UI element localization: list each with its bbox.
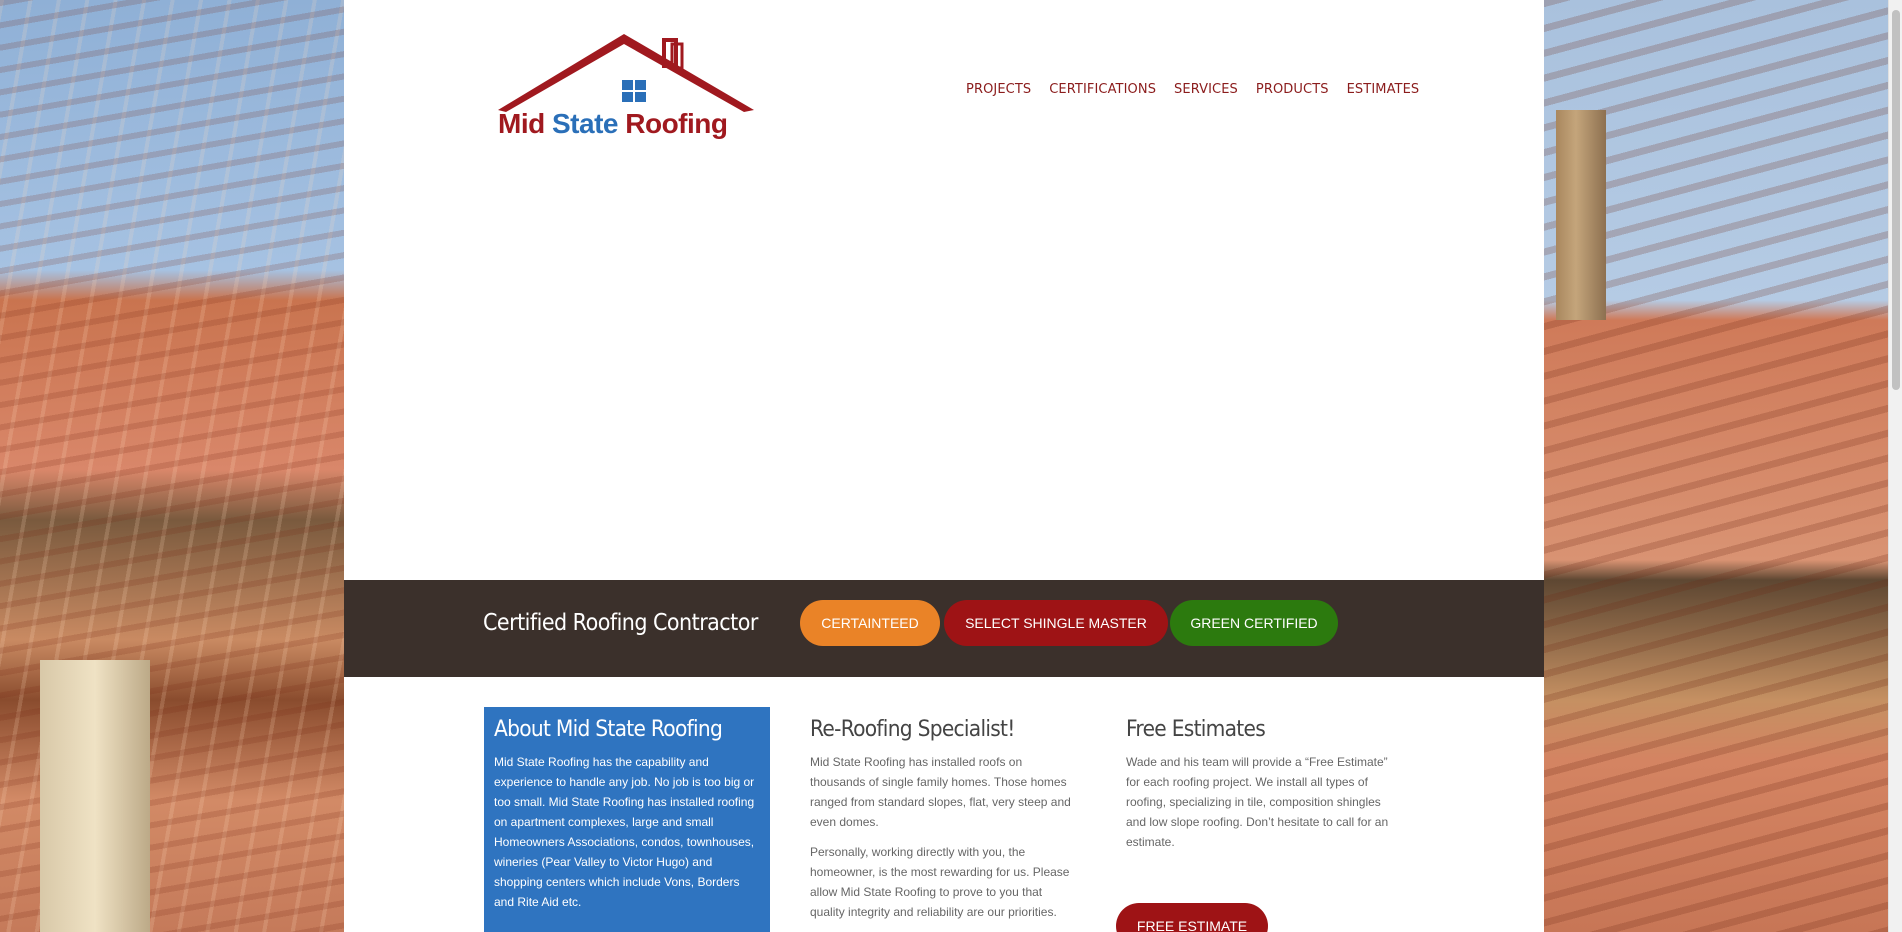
- logo-word-roofing: Roofing: [625, 108, 728, 139]
- nav-item-projects[interactable]: PROJECTS: [966, 82, 1031, 97]
- reroofing-paragraph-1: Mid State Roofing has installed roofs on…: [810, 755, 1071, 829]
- estimates-column: Free Estimates Wade and his team will pr…: [1126, 717, 1396, 862]
- estimates-title: Free Estimates: [1126, 717, 1266, 742]
- about-body: Mid State Roofing has the capability and…: [494, 755, 755, 909]
- green-certified-button[interactable]: GREEN CERTIFIED: [1170, 600, 1338, 646]
- scrollbar-thumb[interactable]: [1892, 10, 1900, 390]
- cert-band-title: Certified Roofing Contractor: [483, 610, 758, 636]
- background-pillar: [40, 660, 150, 932]
- select-shingle-master-button[interactable]: SELECT SHINGLE MASTER: [944, 600, 1168, 646]
- logo-word-state: State: [552, 108, 618, 139]
- estimates-body: Wade and his team will provide a “Free E…: [1126, 755, 1389, 849]
- background-chimney: [1556, 110, 1606, 320]
- certification-band: Certified Roofing Contractor CERTAINTEED…: [344, 580, 1544, 677]
- certainteed-button[interactable]: CERTAINTEED: [800, 600, 940, 646]
- reroofing-column: Re-Roofing Specialist! Mid State Roofing…: [810, 717, 1080, 932]
- nav-item-estimates[interactable]: ESTIMATES: [1347, 82, 1420, 97]
- main-nav: PROJECTS CERTIFICATIONS SERVICES PRODUCT…: [966, 82, 1419, 97]
- logo-word-mid: Mid: [498, 108, 545, 139]
- page-scrollbar[interactable]: [1888, 0, 1902, 932]
- nav-item-services[interactable]: SERVICES: [1174, 82, 1238, 97]
- about-title: About Mid State Roofing: [494, 717, 723, 742]
- header: Mid State Roofing PROJECTS CERTIFICATION…: [344, 0, 1544, 580]
- free-estimate-button[interactable]: FREE ESTIMATE: [1116, 903, 1268, 932]
- nav-item-products[interactable]: PRODUCTS: [1256, 82, 1329, 97]
- site-logo[interactable]: Mid State Roofing: [496, 32, 756, 152]
- house-roof-icon: [498, 34, 754, 112]
- reroofing-paragraph-2: Personally, working directly with you, t…: [810, 845, 1070, 919]
- about-panel: About Mid State Roofing Mid State Roofin…: [484, 707, 770, 932]
- nav-item-certifications[interactable]: CERTIFICATIONS: [1049, 82, 1156, 97]
- logo-wordmark: Mid State Roofing: [498, 108, 758, 140]
- reroofing-title: Re-Roofing Specialist!: [810, 717, 1015, 742]
- page-container: Mid State Roofing PROJECTS CERTIFICATION…: [344, 0, 1544, 932]
